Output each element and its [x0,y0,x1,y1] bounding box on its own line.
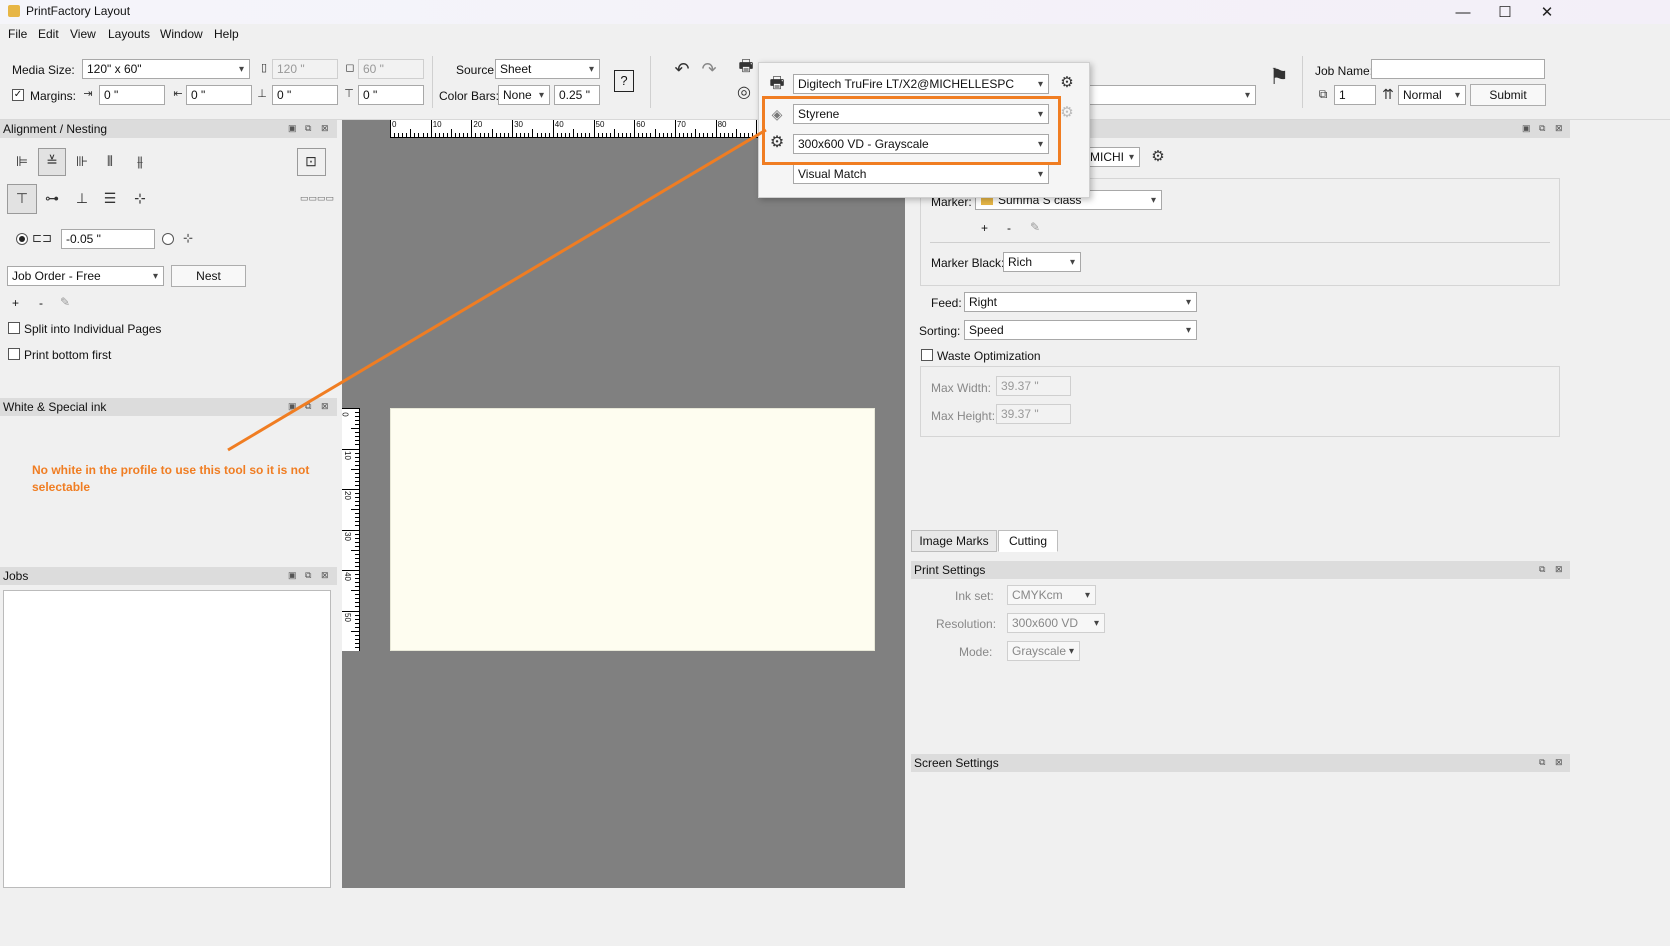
arrow-line [227,128,767,452]
annotation-arrow [227,128,767,452]
